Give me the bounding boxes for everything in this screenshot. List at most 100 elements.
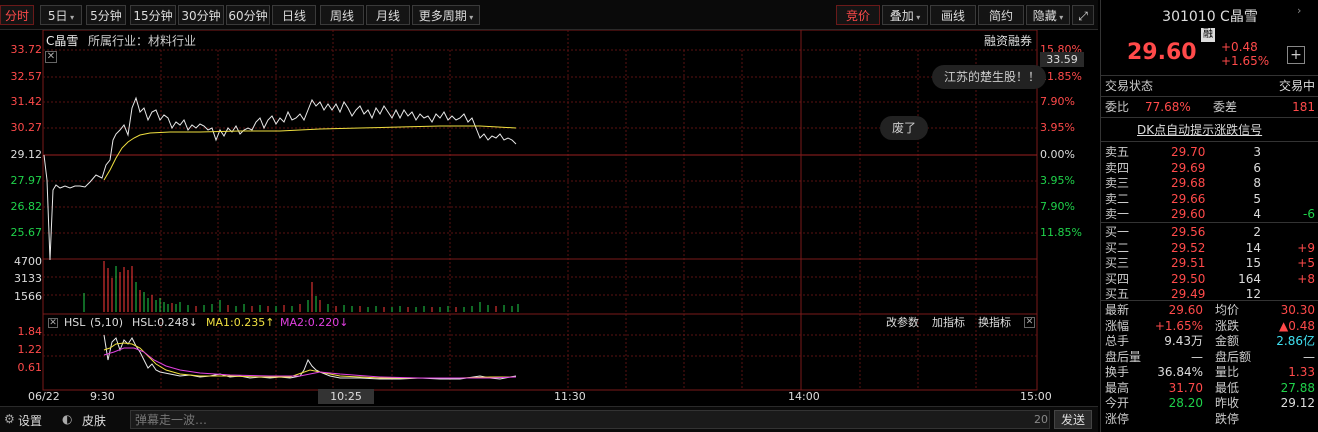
- level-label: 卖五: [1105, 145, 1130, 159]
- add-indicator-button[interactable]: 加指标: [932, 316, 965, 330]
- order-book-row[interactable]: 卖二 29.66 5: [1101, 191, 1318, 207]
- tab-weekly[interactable]: 周线: [320, 5, 364, 25]
- stat-row: 盘后量 — 盘后额 —: [1101, 349, 1318, 365]
- price-label: 25.67: [10, 226, 43, 239]
- level-price: 29.68: [1171, 176, 1206, 190]
- tab-60min[interactable]: 60分钟: [226, 5, 270, 25]
- volume-label: 4700: [14, 255, 42, 268]
- period-toolbar: 分时 5日 ▾ 5分钟 15分钟 30分钟 60分钟 日线 周线 月线 更多周期…: [0, 0, 1098, 30]
- order-book-row[interactable]: 买二 29.52 14 +9: [1101, 240, 1318, 256]
- dk-signal-link[interactable]: DK点自动提示涨跌信号: [1137, 122, 1262, 138]
- stat-label: 盘后量: [1105, 349, 1142, 364]
- close-icon[interactable]: ✕: [45, 51, 57, 63]
- stat-value: 9.43万: [1164, 334, 1203, 348]
- tab-30min[interactable]: 30分钟: [178, 5, 224, 25]
- order-book-row[interactable]: 卖五 29.70 3: [1101, 144, 1318, 160]
- level-price: 29.51: [1171, 256, 1206, 270]
- chevron-down-icon: ▾: [67, 13, 75, 22]
- order-book-row[interactable]: 买三 29.51 15 +5: [1101, 255, 1318, 271]
- draw-line-button[interactable]: 画线: [930, 5, 976, 25]
- tab-more-periods[interactable]: 更多周期 ▾: [412, 5, 480, 25]
- avg-price-line: [103, 125, 517, 181]
- stat-label: 今开: [1105, 396, 1130, 410]
- stat-value: 27.88: [1280, 380, 1315, 395]
- stat-label: 量比: [1215, 365, 1240, 379]
- tab-5day[interactable]: 5日 ▾: [40, 5, 82, 25]
- margin-badge: 融: [1201, 28, 1215, 42]
- price-label: 32.57: [10, 70, 43, 83]
- stat-label: 均价: [1215, 303, 1240, 317]
- skin-button[interactable]: 皮肤: [82, 412, 106, 429]
- add-watchlist-icon[interactable]: +: [1287, 46, 1305, 64]
- gear-icon[interactable]: ⚙: [4, 412, 15, 426]
- status-label: 交易状态: [1105, 79, 1154, 93]
- level-change: -6: [1303, 207, 1315, 221]
- stat-value: 31.70: [1168, 380, 1203, 395]
- stat-label: 最高: [1105, 380, 1130, 395]
- time-label: 9:30: [90, 390, 115, 403]
- status-value: 交易中: [1278, 79, 1315, 93]
- price-label: 26.82: [10, 200, 43, 213]
- hsl-line: [103, 334, 517, 380]
- danmu-bar: ⚙ 设置 ◐ 皮肤 20 发送: [0, 406, 1098, 432]
- tab-more-label: 更多周期: [418, 9, 467, 23]
- tab-daily[interactable]: 日线: [272, 5, 316, 25]
- weibi-label: 委比: [1105, 100, 1130, 114]
- skin-icon[interactable]: ◐: [62, 412, 72, 426]
- close-icon[interactable]: ✕: [48, 318, 58, 328]
- edit-params-button[interactable]: 改参数: [886, 316, 919, 330]
- stat-row: 最新 29.60 均价 30.30: [1101, 302, 1318, 318]
- danmu-input[interactable]: [130, 410, 1050, 429]
- tab-15min[interactable]: 15分钟: [130, 5, 176, 25]
- stat-value: ▲0.48: [1279, 318, 1315, 333]
- level-price: 29.66: [1171, 191, 1206, 206]
- overlay-label: 叠加: [889, 9, 914, 23]
- level-change: +8: [1297, 271, 1315, 286]
- weicha-value: 181: [1292, 100, 1315, 114]
- close-icon[interactable]: ✕: [1024, 317, 1035, 328]
- tab-timeshare[interactable]: 分时: [0, 5, 34, 25]
- stat-label: 最新: [1105, 303, 1130, 317]
- hide-label: 隐藏: [1032, 9, 1057, 23]
- level-price: 29.50: [1171, 271, 1206, 286]
- level-volume: 5: [1253, 191, 1261, 206]
- stat-row: 涨幅 +1.65% 涨跌 ▲0.48: [1101, 318, 1318, 334]
- send-button[interactable]: 发送: [1054, 410, 1092, 429]
- settings-button[interactable]: 设置: [18, 412, 42, 429]
- stat-value: +1.65%: [1154, 318, 1203, 333]
- order-book-row[interactable]: 买四 29.50 164 +8: [1101, 271, 1318, 287]
- overlay-menu[interactable]: 叠加 ▾: [882, 5, 928, 25]
- order-book-row[interactable]: 卖四 29.69 6: [1101, 160, 1318, 176]
- tab-auction[interactable]: 竞价: [836, 5, 880, 25]
- stat-label: 最低: [1215, 380, 1240, 395]
- volume-label: 3133: [14, 272, 42, 285]
- price-grid: [43, 30, 1037, 390]
- time-label: 15:00: [1020, 390, 1052, 403]
- tab-monthly[interactable]: 月线: [366, 5, 410, 25]
- order-book-row[interactable]: 卖一 29.60 4 -6: [1101, 206, 1318, 222]
- hide-menu[interactable]: 隐藏 ▾: [1026, 5, 1070, 25]
- order-book-row[interactable]: 卖三 29.68 8: [1101, 175, 1318, 191]
- pct-label: 11.85%: [1040, 70, 1082, 83]
- order-book-row[interactable]: 买一 29.56 2: [1101, 224, 1318, 240]
- expand-icon[interactable]: ⤢: [1072, 5, 1094, 25]
- danmu-bubble: 江苏的楚生股！！: [932, 65, 1047, 89]
- ma2-value: MA2:0.220↓: [280, 316, 349, 329]
- tab-5min[interactable]: 5分钟: [86, 5, 126, 25]
- level-volume: 14: [1245, 240, 1261, 255]
- switch-indicator-button[interactable]: 换指标: [978, 316, 1011, 330]
- date-label: 06/22: [28, 390, 60, 403]
- level-volume: 8: [1253, 176, 1261, 190]
- price-change-pct: +1.65%: [1221, 54, 1270, 68]
- indicator-header: ✕ HSL (5,10) HSL:0.248↓ MA1:0.235↑ MA2:0…: [44, 316, 1036, 330]
- chart-frame: [42, 30, 1038, 391]
- simple-mode-button[interactable]: 简约: [978, 5, 1024, 25]
- price-label: 27.97: [10, 174, 43, 187]
- stat-label: 总手: [1105, 334, 1130, 348]
- chevron-right-icon[interactable]: ›: [1297, 4, 1301, 17]
- hsl-label: 1.84: [17, 325, 43, 338]
- stock-title: C晶雪: [46, 34, 79, 48]
- price-label: 33.72: [10, 43, 43, 56]
- char-count: 20: [1034, 413, 1048, 426]
- hsl-label: 1.22: [17, 343, 43, 356]
